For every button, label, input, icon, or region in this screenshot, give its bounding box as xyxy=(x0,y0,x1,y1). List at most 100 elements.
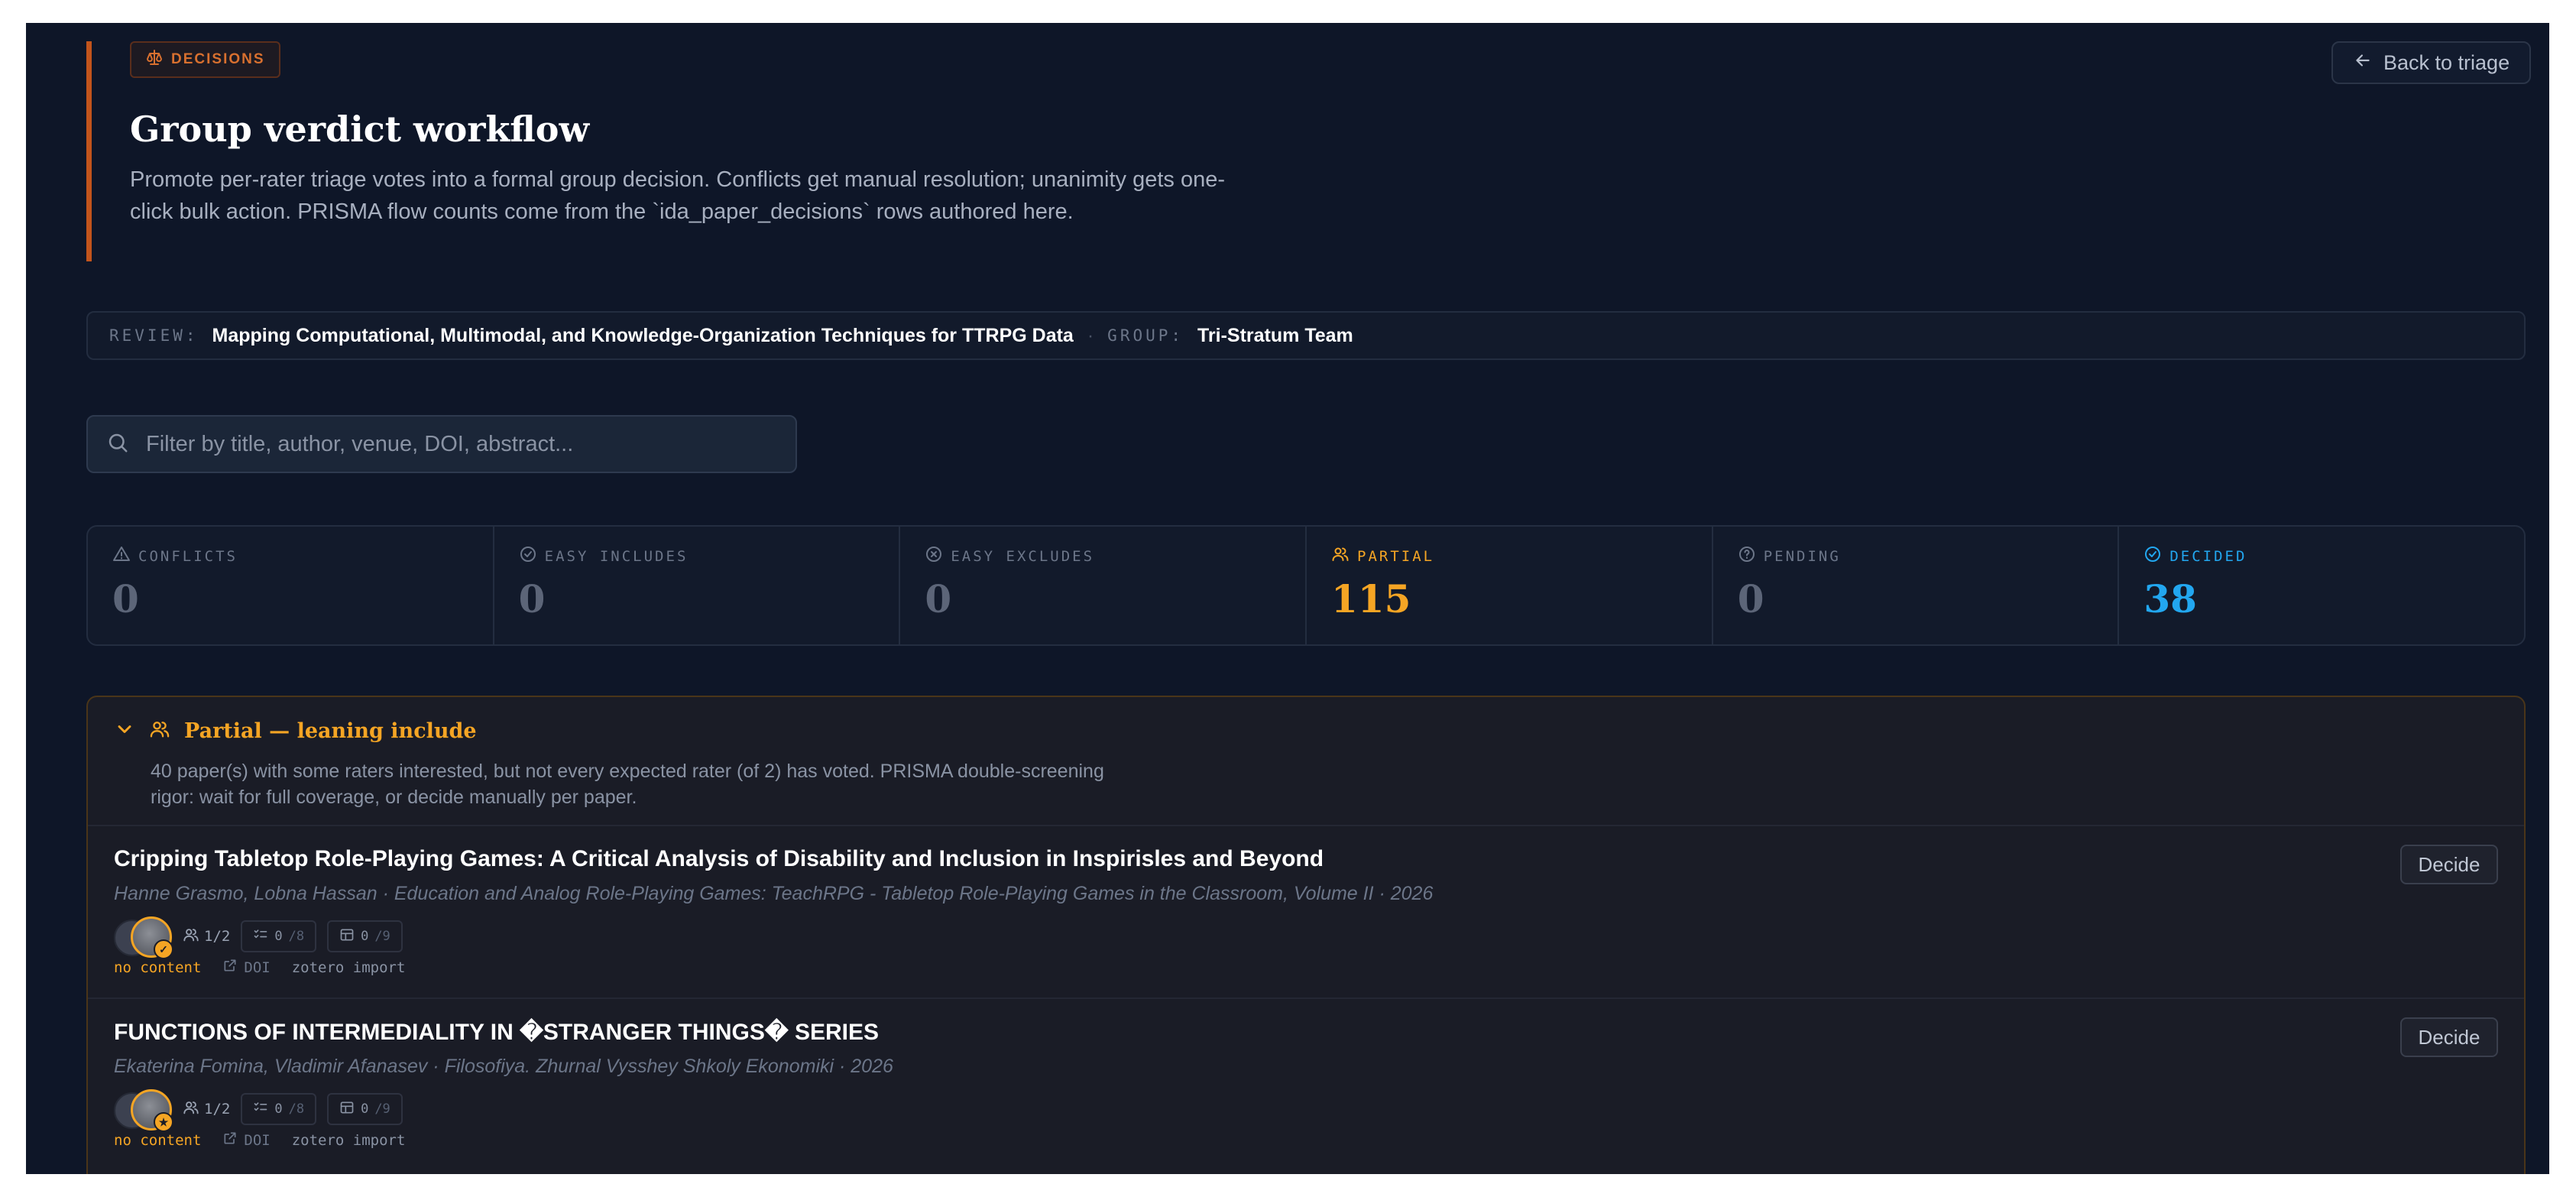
voter-count-value: 1/2 xyxy=(204,928,231,945)
content-status: no content xyxy=(114,959,202,976)
partial-section: Partial — leaning include 40 paper(s) wi… xyxy=(86,696,2526,1174)
criteria-total: /8 xyxy=(288,929,305,944)
doi-link[interactable]: DOI xyxy=(222,1130,271,1150)
warning-icon xyxy=(112,545,131,567)
page-title: Group verdict workflow xyxy=(130,109,590,150)
context-separator: · xyxy=(1087,324,1094,346)
review-label: REVIEW: xyxy=(109,326,199,345)
stat-header: PENDING xyxy=(1738,545,2094,567)
rater-avatars: ✓ xyxy=(114,916,173,959)
stat-header: PARTIAL xyxy=(1331,545,1687,567)
header-accent-bar xyxy=(86,41,92,261)
group-name: Tri-Stratum Team xyxy=(1197,324,1353,346)
back-button-label: Back to triage xyxy=(2383,50,2510,74)
paper-source: zotero import xyxy=(291,1131,406,1149)
voter-count: 1/2 xyxy=(183,926,230,947)
stat-value: 0 xyxy=(112,576,139,621)
paper-meta: Hanne Grasmo, Lobna Hassan · Education a… xyxy=(114,883,1434,904)
rater-avatars: ★ xyxy=(114,1089,173,1132)
decide-button[interactable]: Decide xyxy=(2400,845,2498,884)
stat-header: DECIDED xyxy=(2143,545,2500,567)
search-icon xyxy=(106,431,129,458)
paper-meta: Ekaterina Fomina, Vladimir Afanasev · Fi… xyxy=(114,1056,893,1077)
extraction-chip: 0 /9 xyxy=(327,1093,403,1125)
external-link-icon xyxy=(222,1130,238,1150)
stat-pending[interactable]: PENDING 0 xyxy=(1713,527,2120,644)
stat-easy-includes[interactable]: EASY INCLUDES 0 xyxy=(494,527,901,644)
stat-value: 0 xyxy=(518,576,546,621)
search-box[interactable] xyxy=(86,415,797,473)
criteria-count: 0 xyxy=(274,1101,283,1117)
stat-header: EASY INCLUDES xyxy=(519,545,875,567)
check-badge-icon: ✓ xyxy=(154,939,173,959)
criteria-total: /8 xyxy=(288,1101,305,1117)
doi-label: DOI xyxy=(244,959,271,976)
section-header[interactable]: Partial — leaning include xyxy=(114,719,477,744)
section-description: 40 paper(s) with some raters interested,… xyxy=(151,761,1104,808)
search-input[interactable] xyxy=(144,430,777,458)
content-status: no content xyxy=(114,1131,202,1149)
criteria-chip: 0 /8 xyxy=(241,920,317,952)
table-icon xyxy=(339,1100,355,1119)
paper-links: no content DOI zotero import xyxy=(114,958,405,977)
paper-title[interactable]: Cripping Tabletop Role-Playing Games: A … xyxy=(114,846,1324,872)
paper-badges: ★ 1/2 0 /8 0 /9 xyxy=(114,1089,403,1132)
stat-partial[interactable]: PARTIAL 115 xyxy=(1307,527,1713,644)
voter-count-value: 1/2 xyxy=(204,1101,231,1118)
stat-value: 38 xyxy=(2143,576,2197,621)
back-to-triage-button[interactable]: Back to triage xyxy=(2331,41,2532,84)
stat-label: EASY INCLUDES xyxy=(544,547,689,565)
extraction-chip: 0 /9 xyxy=(327,920,403,952)
question-circle-icon xyxy=(1738,545,1756,567)
stat-conflicts[interactable]: CONFLICTS 0 xyxy=(88,527,494,644)
extraction-total: /9 xyxy=(374,929,390,944)
extraction-total: /9 xyxy=(374,1101,390,1117)
stat-header: EASY EXCLUDES xyxy=(925,545,1281,567)
stats-panel: CONFLICTS 0 EASY INCLUDES 0 EASY EXCLUDE… xyxy=(86,525,2526,646)
decide-button[interactable]: Decide xyxy=(2400,1017,2498,1057)
group-label: GROUP: xyxy=(1107,326,1184,345)
stat-easy-excludes[interactable]: EASY EXCLUDES 0 xyxy=(900,527,1307,644)
stat-value: 115 xyxy=(1331,576,1411,621)
check-circle-icon xyxy=(519,545,537,567)
users-icon xyxy=(149,719,170,744)
checklist-icon xyxy=(253,1100,268,1119)
star-badge-icon: ★ xyxy=(154,1112,173,1132)
paper-title[interactable]: FUNCTIONS OF INTERMEDIALITY IN �STRANGER… xyxy=(114,1019,879,1046)
chevron-down-icon[interactable] xyxy=(114,719,135,744)
extraction-count: 0 xyxy=(361,1101,369,1117)
tag-label: DECISIONS xyxy=(171,51,265,67)
review-context-bar: REVIEW: Mapping Computational, Multimoda… xyxy=(86,311,2526,360)
doi-link[interactable]: DOI xyxy=(222,958,271,977)
stat-value: 0 xyxy=(1737,576,1764,621)
paper-source: zotero import xyxy=(291,959,406,976)
stat-label: CONFLICTS xyxy=(138,547,238,565)
criteria-chip: 0 /8 xyxy=(241,1093,317,1125)
stat-decided[interactable]: DECIDED 38 xyxy=(2119,527,2524,644)
paper-links: no content DOI zotero import xyxy=(114,1130,405,1150)
paper-row: FUNCTIONS OF INTERMEDIALITY IN �STRANGER… xyxy=(88,998,2524,1170)
page-subtitle: Promote per-rater triage votes into a fo… xyxy=(130,167,1225,224)
stat-header: CONFLICTS xyxy=(112,545,468,567)
criteria-count: 0 xyxy=(274,929,283,944)
review-name: Mapping Computational, Multimodal, and K… xyxy=(212,324,1074,346)
scale-icon xyxy=(145,48,164,71)
paper-badges: ✓ 1/2 0 /8 0 /9 xyxy=(114,916,403,959)
checklist-icon xyxy=(253,927,268,946)
arrow-left-icon xyxy=(2353,50,2373,76)
doi-label: DOI xyxy=(244,1131,271,1149)
external-link-icon xyxy=(222,958,238,977)
paper-row: Cripping Tabletop Role-Playing Games: A … xyxy=(88,825,2524,998)
section-title: Partial — leaning include xyxy=(184,719,477,743)
users-icon xyxy=(1331,545,1350,567)
decisions-tag: DECISIONS xyxy=(130,41,280,78)
stat-label: PARTIAL xyxy=(1357,547,1435,565)
users-icon xyxy=(183,1099,199,1120)
extraction-count: 0 xyxy=(361,929,369,944)
stat-label: PENDING xyxy=(1763,547,1841,565)
stat-value: 0 xyxy=(925,576,952,621)
users-icon xyxy=(183,926,199,947)
table-icon xyxy=(339,927,355,946)
voter-count: 1/2 xyxy=(183,1099,230,1120)
stat-label: EASY EXCLUDES xyxy=(951,547,1095,565)
